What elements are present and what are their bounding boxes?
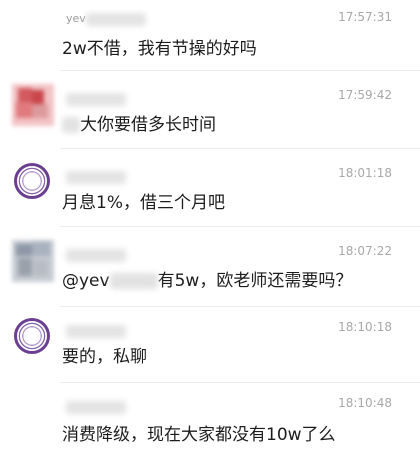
purple-ring-logo-icon[interactable] <box>14 163 50 199</box>
message-time: 18:07:22 <box>338 244 392 258</box>
message-time: 18:10:48 <box>338 396 392 410</box>
redacted-name <box>85 12 146 26</box>
message-text: 2w不借，我有节操的好吗 <box>62 39 257 59</box>
redacted-name <box>66 92 126 106</box>
divider <box>60 306 420 307</box>
blurred-red-avatar-icon[interactable] <box>12 84 54 126</box>
purple-ring-logo-icon[interactable] <box>14 318 50 354</box>
sender-name: yev <box>66 12 146 26</box>
message-text: 月息1%，借三个月吧 <box>62 193 225 213</box>
message-time: 17:59:42 <box>338 88 392 102</box>
message-text: 消费降级，现在大家都没有10w了么 <box>62 425 336 445</box>
sender-name <box>66 400 126 414</box>
redacted-name <box>66 324 126 338</box>
redacted-name <box>66 170 126 184</box>
message-time: 18:10:18 <box>338 320 392 334</box>
sender-name <box>66 92 126 106</box>
message-time: 17:57:31 <box>338 10 392 24</box>
redacted-name <box>66 248 126 262</box>
message-text: 要的，私聊 <box>62 347 147 367</box>
divider <box>60 382 420 383</box>
divider <box>60 148 420 149</box>
divider <box>60 70 420 71</box>
redacted-text <box>109 273 158 289</box>
message-text: 大你要借多长时间 <box>62 110 216 135</box>
blurred-gray-avatar-icon[interactable] <box>12 240 54 282</box>
sender-name <box>66 170 126 184</box>
sender-name <box>66 248 126 262</box>
sender-name <box>66 324 126 338</box>
redacted-text <box>62 117 80 133</box>
message-time: 18:01:18 <box>338 166 392 180</box>
divider <box>60 226 420 227</box>
message-text: @yev 有5w，欧老师还需要吗？ <box>62 271 353 291</box>
redacted-name <box>66 400 126 414</box>
